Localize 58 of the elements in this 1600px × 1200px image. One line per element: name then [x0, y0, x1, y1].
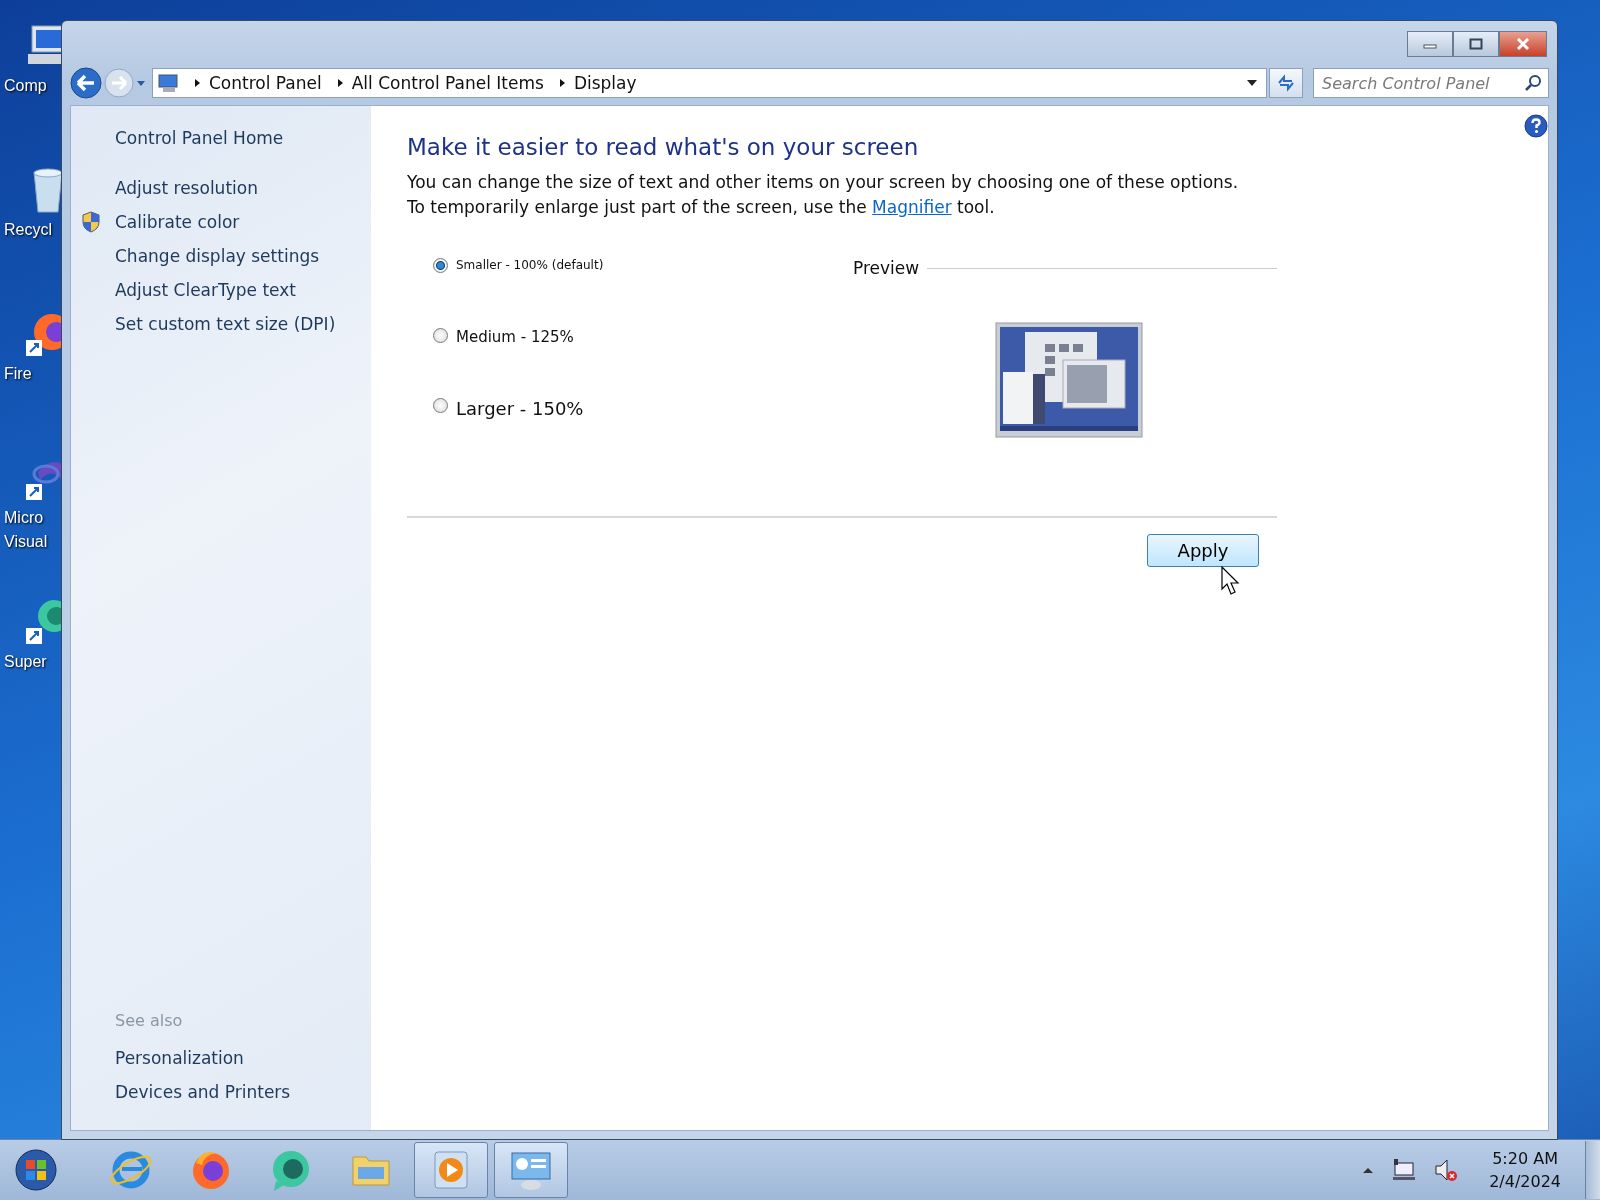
help-icon[interactable]	[1524, 114, 1548, 138]
dropdown-arrow-icon[interactable]	[1246, 79, 1258, 87]
back-button[interactable]	[70, 67, 102, 99]
sidebar-link[interactable]: Control Panel Home	[115, 128, 371, 148]
desktop-icon-label: Super	[4, 652, 48, 672]
apply-button[interactable]: Apply	[1147, 534, 1259, 567]
close-button[interactable]	[1499, 31, 1547, 57]
breadcrumb[interactable]: All Control Panel Items	[351, 73, 544, 93]
breadcrumb-arrow-icon[interactable]	[335, 78, 344, 88]
sidebar-link[interactable]: Adjust resolution	[115, 178, 258, 198]
network-icon[interactable]	[1391, 1157, 1418, 1183]
desktop-icon-label: Fire	[4, 364, 33, 384]
page-heading: Make it easier to read what's on your screen	[407, 134, 920, 160]
magnifier-link[interactable]: Magnifier	[872, 197, 952, 217]
breadcrumb[interactable]: Display	[573, 73, 637, 93]
radio-button[interactable]	[433, 258, 448, 273]
search-field[interactable]: Search Control Panel	[1313, 68, 1549, 98]
clock-date[interactable]: 2/4/2024	[1489, 1172, 1561, 1191]
preview-label: Preview	[853, 258, 920, 278]
sidebar-link[interactable]: Calibrate color	[115, 212, 240, 232]
show-desktop-button[interactable]	[1585, 1141, 1600, 1199]
refresh-icon	[1276, 74, 1296, 92]
sidebar-link[interactable]: Devices and Printers	[115, 1082, 371, 1102]
desktop-icon-label: Comp	[4, 76, 48, 96]
maximize-icon	[1469, 38, 1483, 50]
desktop-icon-label: Recycl	[4, 220, 52, 240]
description-text: You can change the size of text and other items on your screen by choosing one of these options. To temporarily enlarge just part of the screen, use the Magnifier tool.	[407, 171, 1240, 219]
taskbar-app-button[interactable]	[414, 1142, 488, 1198]
radio-button[interactable]	[433, 398, 448, 413]
windows-logo-icon	[14, 1148, 58, 1192]
sidebar-link[interactable]: Set custom text size (DPI)	[115, 314, 336, 334]
mouse-cursor-icon	[1221, 566, 1241, 596]
desktop-icon-label: Micro Visual	[4, 508, 49, 552]
option-label[interactable]: Medium - 125%	[456, 328, 574, 346]
refresh-button[interactable]	[1269, 68, 1303, 98]
address-bar[interactable]: Control Panel All Control Panel Items Display	[152, 68, 1267, 98]
maximize-button[interactable]	[1453, 31, 1499, 57]
breadcrumb[interactable]: Control Panel	[209, 73, 322, 93]
control-panel-icon	[157, 73, 179, 93]
shield-icon	[81, 211, 101, 233]
sidebar-link[interactable]: Change display settings	[115, 246, 320, 266]
radio-button[interactable]	[433, 328, 448, 343]
clock-time[interactable]: 5:20 AM	[1492, 1149, 1558, 1168]
option-label[interactable]: Larger - 150%	[456, 398, 584, 419]
history-dropdown-icon[interactable]	[136, 79, 146, 87]
muted-speaker-icon[interactable]	[1433, 1157, 1460, 1183]
sidebar-link[interactable]: Adjust ClearType text	[115, 280, 296, 300]
close-icon	[1515, 38, 1531, 50]
option-label[interactable]: Smaller - 100% (default)	[456, 258, 604, 272]
show-hidden-icons-icon[interactable]	[1361, 1165, 1376, 1175]
breadcrumb-arrow-icon[interactable]	[557, 78, 566, 88]
start-button[interactable]	[14, 1148, 58, 1192]
taskbar-app-button[interactable]	[494, 1142, 568, 1198]
sidebar-link[interactable]: Personalization	[115, 1048, 371, 1068]
search-icon	[1524, 74, 1542, 92]
minimize-button[interactable]	[1407, 31, 1453, 57]
breadcrumb-arrow-icon[interactable]	[193, 78, 201, 88]
see-also-heading: See also	[115, 1011, 184, 1030]
